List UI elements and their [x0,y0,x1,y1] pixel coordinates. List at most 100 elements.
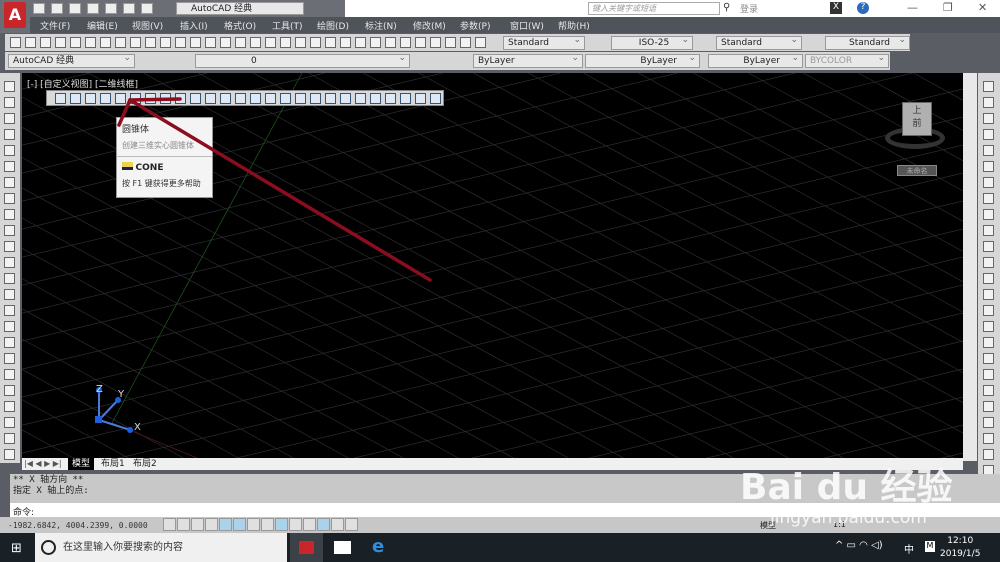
save-as-icon[interactable] [87,3,99,14]
status-toggle-button[interactable] [191,518,204,531]
restore-button[interactable]: ❐ [943,1,953,14]
menu-item[interactable]: 参数(P) [460,19,490,32]
mleader-style-dropdown[interactable]: Standard [825,34,910,50]
modify-tool-icon[interactable] [983,241,994,252]
menu-item[interactable]: 绘图(D) [317,19,349,32]
toolbar-button-icon[interactable] [175,37,186,48]
modify-tool-icon[interactable] [983,161,994,172]
status-toggle-button[interactable] [177,518,190,531]
modify-tool-icon[interactable] [983,193,994,204]
modify-tool-icon[interactable] [983,353,994,364]
toolbar-button-icon[interactable] [385,37,396,48]
status-toggle-button[interactable] [247,518,260,531]
toolbar-button-icon[interactable] [145,37,156,48]
linetype-dropdown[interactable]: ByLayer [585,52,700,68]
modify-tool-icon[interactable] [983,177,994,188]
taskbar-video-icon[interactable] [334,541,351,554]
toolbar-button-icon[interactable] [400,37,411,48]
dim-style-dropdown[interactable]: ISO-25 [611,34,693,50]
modify-tool-icon[interactable] [983,97,994,108]
tab-model[interactable]: 模型 [68,458,95,470]
draw-tool-icon[interactable] [4,145,15,156]
menu-item[interactable]: 帮助(H) [558,19,590,32]
modeling-tool-icon[interactable] [235,93,246,104]
toolbar-button-icon[interactable] [325,37,336,48]
text-style-dropdown[interactable]: Standard [503,34,585,50]
modeling-tool-icon[interactable] [205,93,216,104]
status-toggle-button[interactable] [275,518,288,531]
status-toggle-button[interactable] [261,518,274,531]
login-button[interactable]: 登录 [740,2,758,15]
lineweight-dropdown[interactable]: ByLayer [708,52,803,68]
toolbar-button-icon[interactable] [355,37,366,48]
draw-tool-icon[interactable] [4,193,15,204]
status-toggle-button[interactable] [345,518,358,531]
modify-tool-icon[interactable] [983,385,994,396]
modify-tool-icon[interactable] [983,369,994,380]
tab-layout2[interactable]: 布局2 [129,458,161,470]
modify-tool-icon[interactable] [983,225,994,236]
menu-item[interactable]: 视图(V) [132,19,163,32]
draw-tool-icon[interactable] [4,289,15,300]
modeling-tool-icon[interactable] [190,93,201,104]
modeling-tool-icon[interactable] [250,93,261,104]
ime-mode-icon[interactable]: M [925,541,935,552]
toolbar-button-icon[interactable] [235,37,246,48]
draw-tool-icon[interactable] [4,241,15,252]
open-icon[interactable] [51,3,63,14]
modify-tool-icon[interactable] [983,417,994,428]
draw-tool-icon[interactable] [4,257,15,268]
menu-item[interactable]: 编辑(E) [87,19,118,32]
toolbar-button-icon[interactable] [310,37,321,48]
toolbar-button-icon[interactable] [70,37,81,48]
modeling-tool-icon[interactable] [265,93,276,104]
draw-tool-icon[interactable] [4,385,15,396]
modeling-tool-icon[interactable] [385,93,396,104]
modeling-tool-icon[interactable] [370,93,381,104]
toolbar-button-icon[interactable] [295,37,306,48]
draw-tool-icon[interactable] [4,129,15,140]
toolbar-button-icon[interactable] [85,37,96,48]
vertical-scrollbar[interactable] [963,73,977,461]
toolbar-button-icon[interactable] [10,37,21,48]
new-icon[interactable] [33,3,45,14]
close-button[interactable]: ✕ [978,1,987,14]
viewport-label[interactable]: [-] [自定义视图] [二维线框] [27,77,138,90]
tray-icons[interactable]: ^ ▭ ◠ ◁) [835,540,883,551]
status-toggle-button[interactable] [303,518,316,531]
table-style-dropdown[interactable]: Standard [716,34,802,50]
menu-item[interactable]: 格式(O) [224,19,256,32]
toolbar-button-icon[interactable] [445,37,456,48]
taskbar-search[interactable]: 在这里输入你要搜索的内容 [35,533,287,562]
modeling-tool-icon[interactable] [415,93,426,104]
draw-tool-icon[interactable] [4,417,15,428]
status-toggle-button[interactable] [233,518,246,531]
undo-icon[interactable] [123,3,135,14]
toolbar-button-icon[interactable] [415,37,426,48]
draw-tool-icon[interactable] [4,449,15,460]
toolbar-button-icon[interactable] [265,37,276,48]
ime-indicator[interactable]: 中 [904,541,914,556]
draw-tool-icon[interactable] [4,209,15,220]
status-toggle-button[interactable] [331,518,344,531]
toolbar-button-icon[interactable] [100,37,111,48]
draw-tool-icon[interactable] [4,81,15,92]
toolbar-button-icon[interactable] [460,37,471,48]
windows-start-icon[interactable]: ⊞ [11,541,22,556]
menu-item[interactable]: 窗口(W) [510,19,544,32]
draw-tool-icon[interactable] [4,161,15,172]
modify-tool-icon[interactable] [983,129,994,140]
draw-tool-icon[interactable] [4,305,15,316]
modeling-tool-icon[interactable] [55,93,66,104]
toolbar-button-icon[interactable] [25,37,36,48]
menu-item[interactable]: 工具(T) [272,19,303,32]
modeling-tool-icon[interactable] [175,93,186,104]
modify-tool-icon[interactable] [983,321,994,332]
modeling-tool-icon[interactable] [430,93,441,104]
draw-tool-icon[interactable] [4,321,15,332]
taskbar-autocad[interactable] [290,533,323,562]
clock[interactable]: 12:10 2019/1/5 [940,535,980,561]
draw-tool-icon[interactable] [4,177,15,188]
modify-tool-icon[interactable] [983,401,994,412]
toolbar-button-icon[interactable] [205,37,216,48]
